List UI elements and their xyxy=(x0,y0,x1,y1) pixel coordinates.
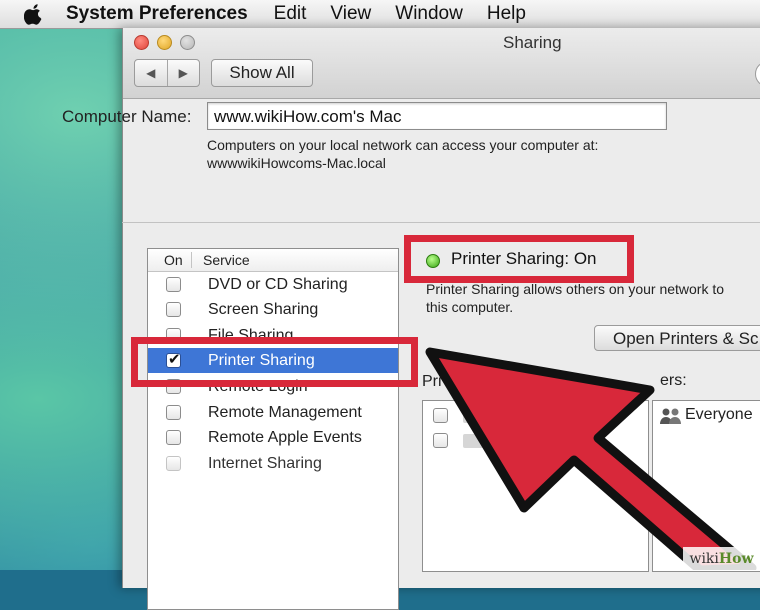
computer-name-input[interactable]: www.wikiHow.com's Mac xyxy=(207,102,667,130)
service-label: Remote Management xyxy=(208,403,362,421)
watermark-prefix: wiki xyxy=(689,550,719,567)
computer-address-host: wwwwikiHowcoms-Mac.local xyxy=(207,155,386,171)
forward-button[interactable]: ▶ xyxy=(166,60,200,86)
service-row-dvd-cd-sharing[interactable]: DVD or CD Sharing xyxy=(148,272,398,297)
checkbox-dvd-cd-sharing[interactable] xyxy=(166,277,181,292)
chevron-left-icon: ◀ xyxy=(146,66,156,80)
checkbox-remote-management[interactable] xyxy=(166,405,181,420)
back-button[interactable]: ◀ xyxy=(135,60,167,86)
highlight-box-printer-sharing xyxy=(131,337,418,387)
printer-sharing-description: Printer Sharing allows others on your ne… xyxy=(426,281,725,297)
service-label: DVD or CD Sharing xyxy=(208,275,348,293)
window-toolbar: Sharing ◀ ▶ Show All xyxy=(123,28,760,99)
service-label: Internet Sharing xyxy=(208,454,322,472)
service-row-screen-sharing[interactable]: Screen Sharing xyxy=(148,297,398,322)
service-list-header: On Service xyxy=(148,249,398,272)
checkbox-screen-sharing[interactable] xyxy=(166,302,181,317)
checkbox-remote-apple-events[interactable] xyxy=(166,430,181,445)
close-window-button[interactable] xyxy=(134,35,149,50)
wikihow-watermark: wiki How xyxy=(683,547,760,570)
zoom-window-button[interactable] xyxy=(180,35,195,50)
menu-view[interactable]: View xyxy=(330,3,371,25)
checkbox-internet-sharing[interactable] xyxy=(166,456,181,471)
watermark-brand: How xyxy=(718,550,754,567)
column-header-on[interactable]: On xyxy=(148,252,192,268)
computer-address-info: Computers on your local network can acce… xyxy=(207,137,599,153)
service-list[interactable]: On Service DVD or CD Sharing Screen Shar… xyxy=(147,248,399,610)
menu-help[interactable]: Help xyxy=(487,3,526,25)
service-label: Remote Apple Events xyxy=(208,428,362,446)
printer-sharing-description-cont: this computer. xyxy=(426,299,514,315)
nav-buttons: ◀ ▶ xyxy=(134,59,200,87)
column-header-service[interactable]: Service xyxy=(192,252,250,268)
service-row-internet-sharing[interactable]: Internet Sharing xyxy=(148,451,398,476)
highlight-box-status xyxy=(404,235,634,283)
minimize-window-button[interactable] xyxy=(157,35,172,50)
computer-name-label: Computer Name: xyxy=(62,107,192,126)
section-divider xyxy=(122,222,760,223)
menu-bar: System Preferences Edit View Window Help xyxy=(0,0,760,29)
service-row-remote-apple-events[interactable]: Remote Apple Events xyxy=(148,425,398,450)
menu-window[interactable]: Window xyxy=(395,3,463,25)
service-row-remote-management[interactable]: Remote Management xyxy=(148,400,398,425)
service-label: Screen Sharing xyxy=(208,300,319,318)
chevron-right-icon: ▶ xyxy=(178,66,188,80)
search-field[interactable] xyxy=(755,61,760,87)
menu-edit[interactable]: Edit xyxy=(274,3,307,25)
menu-app-system-preferences[interactable]: System Preferences xyxy=(66,3,248,25)
apple-menu-icon[interactable] xyxy=(24,3,44,25)
annotation-arrow-icon xyxy=(425,347,757,570)
show-all-button[interactable]: Show All xyxy=(211,59,313,87)
window-title: Sharing xyxy=(503,33,562,52)
